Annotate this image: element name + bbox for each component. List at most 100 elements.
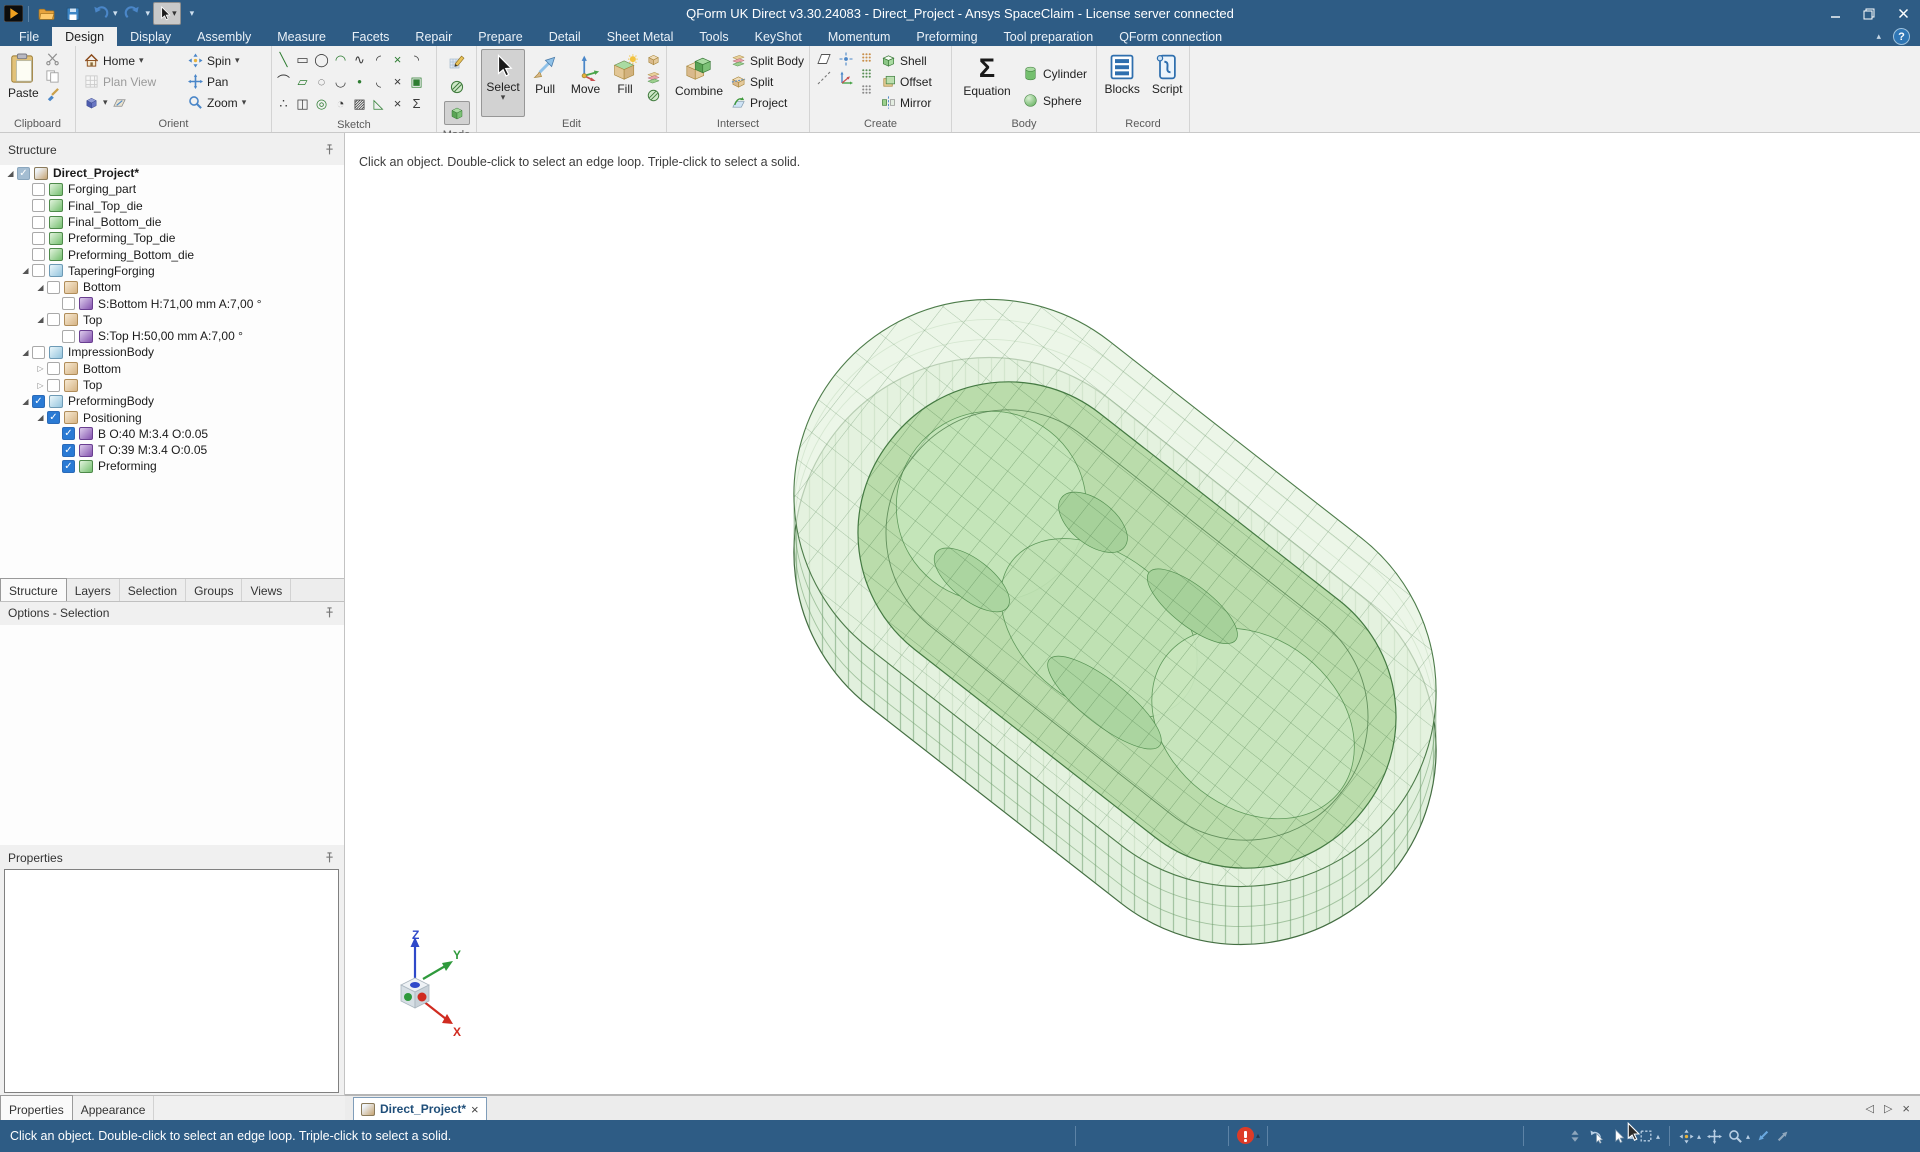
ribbon-tab-tools[interactable]: Tools bbox=[686, 27, 741, 46]
zoom-view-icon[interactable] bbox=[1728, 1129, 1743, 1144]
tree-checkbox[interactable]: ✓ bbox=[32, 395, 45, 408]
tree-item-preforming-bottom-die[interactable]: Preforming_Bottom_die bbox=[0, 246, 344, 262]
scroll-updown-icon[interactable] bbox=[1568, 1129, 1582, 1143]
panel-tab-groups[interactable]: Groups bbox=[186, 579, 242, 601]
tree-checkbox[interactable] bbox=[32, 232, 45, 245]
app-logo-icon[interactable] bbox=[4, 5, 23, 22]
ribbon-tab-display[interactable]: Display bbox=[117, 27, 184, 46]
tree-checkbox[interactable] bbox=[62, 297, 75, 310]
view-mode-button[interactable]: ▾ bbox=[80, 92, 184, 113]
tree-checkbox[interactable] bbox=[47, 313, 60, 326]
tree-expander-icon[interactable]: ◢ bbox=[34, 283, 47, 292]
sketch-tool-icon-3[interactable]: ◯ bbox=[312, 49, 331, 71]
alert-icon[interactable] bbox=[1237, 1127, 1254, 1144]
project-button[interactable]: Project bbox=[727, 92, 808, 113]
script-button[interactable]: Script bbox=[1148, 49, 1187, 117]
tree-checkbox[interactable] bbox=[32, 199, 45, 212]
sketch-tool-icon-23[interactable]: × bbox=[388, 93, 407, 115]
sketch-tool-icon-8[interactable]: ◝ bbox=[407, 49, 426, 71]
tree-expander-icon[interactable]: ◢ bbox=[4, 169, 17, 178]
edit-tool-2-icon[interactable] bbox=[646, 70, 661, 85]
tree-checkbox[interactable]: ✓ bbox=[47, 411, 60, 424]
alert-dropup-icon[interactable]: ▴ bbox=[1256, 1131, 1260, 1140]
tree-item-s-bottom-h-71-00-mm-a-7-00[interactable]: S:Bottom H:71,00 mm A:7,00 ° bbox=[0, 295, 344, 311]
blocks-button[interactable]: Blocks bbox=[1100, 49, 1143, 117]
document-close-icon[interactable]: × bbox=[471, 1102, 479, 1117]
point-icon[interactable] bbox=[838, 51, 854, 67]
select-tool-button[interactable]: ▾ bbox=[153, 2, 181, 25]
ribbon-tab-qform-connection[interactable]: QForm connection bbox=[1106, 27, 1235, 46]
bottom-tab-properties[interactable]: Properties bbox=[0, 1095, 73, 1121]
ribbon-tab-keyshot[interactable]: KeyShot bbox=[742, 27, 815, 46]
copy-icon[interactable] bbox=[45, 69, 60, 84]
split-button[interactable]: Split bbox=[727, 71, 808, 92]
ribbon-tab-tool-preparation[interactable]: Tool preparation bbox=[991, 27, 1107, 46]
tree-checkbox[interactable] bbox=[32, 183, 45, 196]
tree-item-top[interactable]: ▷Top bbox=[0, 377, 344, 393]
ribbon-tab-design[interactable]: Design bbox=[52, 27, 117, 46]
tree-expander-icon[interactable]: ◢ bbox=[34, 413, 47, 422]
tree-checkbox[interactable] bbox=[32, 248, 45, 261]
solid-mode-icon[interactable] bbox=[444, 101, 470, 125]
status-alert[interactable]: ▴ bbox=[1237, 1127, 1260, 1144]
tree-item-forging-part[interactable]: Forging_part bbox=[0, 181, 344, 197]
sketch-tool-icon-21[interactable]: ▨ bbox=[350, 93, 369, 115]
sketch-tool-icon-11[interactable]: ◌ bbox=[312, 71, 331, 93]
tree-expander-icon[interactable]: ◢ bbox=[19, 348, 32, 357]
pin-icon[interactable] bbox=[322, 143, 336, 157]
sketch-tool-icon-7[interactable]: × bbox=[388, 49, 407, 71]
axes-icon[interactable] bbox=[838, 70, 854, 86]
view-mode-dropdown-icon[interactable]: ▾ bbox=[103, 99, 108, 106]
ribbon-tab-measure[interactable]: Measure bbox=[264, 27, 339, 46]
pan-button[interactable]: Pan bbox=[184, 71, 250, 92]
zoom-in-arrow-icon[interactable] bbox=[1776, 1129, 1790, 1143]
help-icon[interactable]: ? bbox=[1893, 28, 1910, 45]
tree-expander-icon[interactable]: ▷ bbox=[34, 364, 47, 373]
tree-item-preforming[interactable]: ✓Preforming bbox=[0, 458, 344, 474]
cut-icon[interactable] bbox=[45, 51, 60, 66]
ribbon-tab-momentum[interactable]: Momentum bbox=[815, 27, 904, 46]
format-painter-icon[interactable] bbox=[45, 87, 60, 102]
tree-item-positioning[interactable]: ◢✓Positioning bbox=[0, 409, 344, 425]
sketch-tool-icon-9[interactable]: ⌒ bbox=[274, 71, 293, 93]
3d-viewport[interactable]: Z Y X Click an object. Double-click to s… bbox=[345, 133, 1920, 1095]
fill-button[interactable]: Fill bbox=[607, 49, 643, 117]
tree-checkbox[interactable] bbox=[62, 330, 75, 343]
ribbon-collapse-icon[interactable]: ▴ bbox=[1876, 31, 1881, 42]
undo-select-icon[interactable] bbox=[1588, 1129, 1605, 1144]
redo-dropdown-icon[interactable]: ▾ bbox=[146, 8, 151, 19]
tree-item-direct-project[interactable]: ◢✓Direct_Project* bbox=[0, 165, 344, 181]
prev-tab-icon[interactable]: ◁ bbox=[1865, 1102, 1873, 1115]
tree-expander-icon[interactable]: ◢ bbox=[19, 397, 32, 406]
tree-item-preformingbody[interactable]: ◢✓PreformingBody bbox=[0, 393, 344, 409]
box-select-options-icon[interactable]: ▴ bbox=[1656, 1132, 1660, 1141]
ribbon-tab-repair[interactable]: Repair bbox=[402, 27, 465, 46]
section-mode-icon[interactable] bbox=[444, 75, 470, 99]
sketch-tool-icon-1[interactable]: ╲ bbox=[274, 49, 293, 71]
restore-icon[interactable] bbox=[1852, 0, 1886, 27]
ribbon-tab-prepare[interactable]: Prepare bbox=[465, 27, 535, 46]
undo-dropdown-icon[interactable]: ▾ bbox=[113, 8, 118, 19]
forging-model[interactable]: Z Y X bbox=[345, 133, 1920, 1095]
shell-button[interactable]: Shell bbox=[877, 50, 936, 71]
sketch-mode-icon[interactable] bbox=[444, 49, 470, 73]
close-all-tabs-icon[interactable]: × bbox=[1902, 1101, 1910, 1116]
tree-item-taperingforging[interactable]: ◢TaperingForging bbox=[0, 263, 344, 279]
ribbon-tab-preforming[interactable]: Preforming bbox=[903, 27, 990, 46]
tree-item-final-bottom-die[interactable]: Final_Bottom_die bbox=[0, 214, 344, 230]
tree-item-final-top-die[interactable]: Final_Top_die bbox=[0, 198, 344, 214]
zoom-dropdown-icon[interactable]: ▾ bbox=[242, 99, 247, 106]
tree-expander-icon[interactable]: ◢ bbox=[34, 315, 47, 324]
sketch-tool-icon-22[interactable]: ◺ bbox=[369, 93, 388, 115]
sketch-tool-icon-2[interactable]: ▭ bbox=[293, 49, 312, 71]
tree-checkbox[interactable]: ✓ bbox=[17, 167, 30, 180]
tree-checkbox[interactable] bbox=[32, 216, 45, 229]
panel-tab-selection[interactable]: Selection bbox=[120, 579, 186, 601]
sketch-tool-icon-5[interactable]: ∿ bbox=[350, 49, 369, 71]
tree-checkbox[interactable] bbox=[47, 379, 60, 392]
paste-button[interactable]: Paste bbox=[4, 49, 43, 117]
home-dropdown-icon[interactable]: ▾ bbox=[139, 57, 144, 64]
tree-item-bottom[interactable]: ▷Bottom bbox=[0, 361, 344, 377]
edit-tool-1-icon[interactable] bbox=[646, 52, 661, 67]
next-tab-icon[interactable]: ▷ bbox=[1884, 1102, 1892, 1115]
